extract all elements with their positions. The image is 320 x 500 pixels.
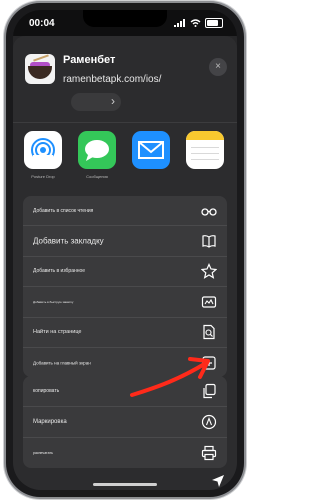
find-on-page-icon: [203, 325, 215, 340]
status-icons: [174, 18, 223, 28]
actions-group-secondary: копировать Маркировка распечатать: [23, 376, 227, 468]
copy-icon: [203, 383, 216, 399]
action-label: копировать: [33, 388, 60, 394]
action-label: Добавить в список чтения: [33, 207, 94, 214]
app-notes[interactable]: [183, 131, 227, 174]
site-ramen-icon: [25, 54, 55, 84]
messages-icon: [78, 131, 116, 169]
mail-icon: [132, 131, 170, 169]
app-mail[interactable]: [129, 131, 173, 174]
action-markup[interactable]: Маркировка: [23, 407, 227, 438]
action-add-to-home-screen[interactable]: Добавить на главный экран: [23, 348, 227, 377]
action-print[interactable]: распечатать: [23, 438, 227, 468]
app-messages[interactable]: Сообщения: [75, 131, 119, 179]
book-icon: [202, 235, 216, 248]
status-time: 00:04: [29, 18, 55, 29]
chevron-right-icon: ›: [111, 94, 115, 108]
action-label: Добавить в избранное: [33, 268, 86, 275]
share-apps-row: Posture Drop Сообщения: [13, 131, 237, 189]
airdrop-icon: [24, 131, 62, 169]
action-add-bookmark[interactable]: Добавить закладку: [23, 226, 227, 257]
app-airdrop[interactable]: Posture Drop: [21, 131, 65, 179]
quick-note-icon: [201, 296, 217, 308]
battery-icon: [205, 18, 223, 28]
phone-frame: 00:04 Раменбет ramenbetapk.com/ios/ › × …: [6, 3, 244, 497]
actions-group-primary: Добавить в список чтения Добавить заклад…: [23, 196, 227, 378]
wifi-icon: [190, 19, 201, 27]
action-label: Добавить закладку: [33, 236, 104, 246]
action-label: Найти на странице: [33, 329, 82, 336]
action-label: Добавить на главный экран: [33, 360, 91, 366]
action-find-on-page[interactable]: Найти на странице: [23, 318, 227, 348]
action-label: распечатать: [33, 451, 53, 455]
action-add-favorites[interactable]: Добавить в избранное: [23, 257, 227, 288]
share-url: ramenbetapk.com/ios/: [63, 74, 162, 85]
notch: [83, 10, 167, 27]
home-indicator: [93, 483, 157, 486]
action-copy[interactable]: копировать: [23, 376, 227, 407]
notes-icon: [186, 131, 224, 169]
action-reading-list[interactable]: Добавить в список чтения: [23, 196, 227, 227]
options-button[interactable]: ›: [71, 93, 121, 111]
share-header: Раменбет ramenbetapk.com/ios/ › ×: [13, 36, 237, 126]
app-label: Posture Drop: [31, 174, 55, 179]
markup-icon: [201, 414, 217, 430]
glasses-icon: [201, 208, 217, 216]
share-sheet: Раменбет ramenbetapk.com/ios/ › × Postur…: [13, 36, 237, 490]
add-to-home-icon: [202, 356, 216, 370]
action-label: Маркировка: [33, 419, 67, 425]
print-icon: [201, 445, 217, 461]
close-button[interactable]: ×: [209, 58, 227, 76]
signal-icon: [174, 19, 185, 27]
star-icon: [201, 263, 217, 280]
share-title: Раменбет: [63, 54, 116, 66]
status-bar: 00:04: [13, 10, 237, 36]
action-quick-note[interactable]: Добавить в быструю заметку: [23, 287, 227, 318]
app-label: Сообщения: [86, 174, 108, 179]
screen: 00:04 Раменбет ramenbetapk.com/ios/ › × …: [13, 10, 237, 490]
action-label: Добавить в быструю заметку: [33, 299, 74, 304]
divider: [13, 122, 237, 123]
send-icon[interactable]: [211, 474, 225, 488]
